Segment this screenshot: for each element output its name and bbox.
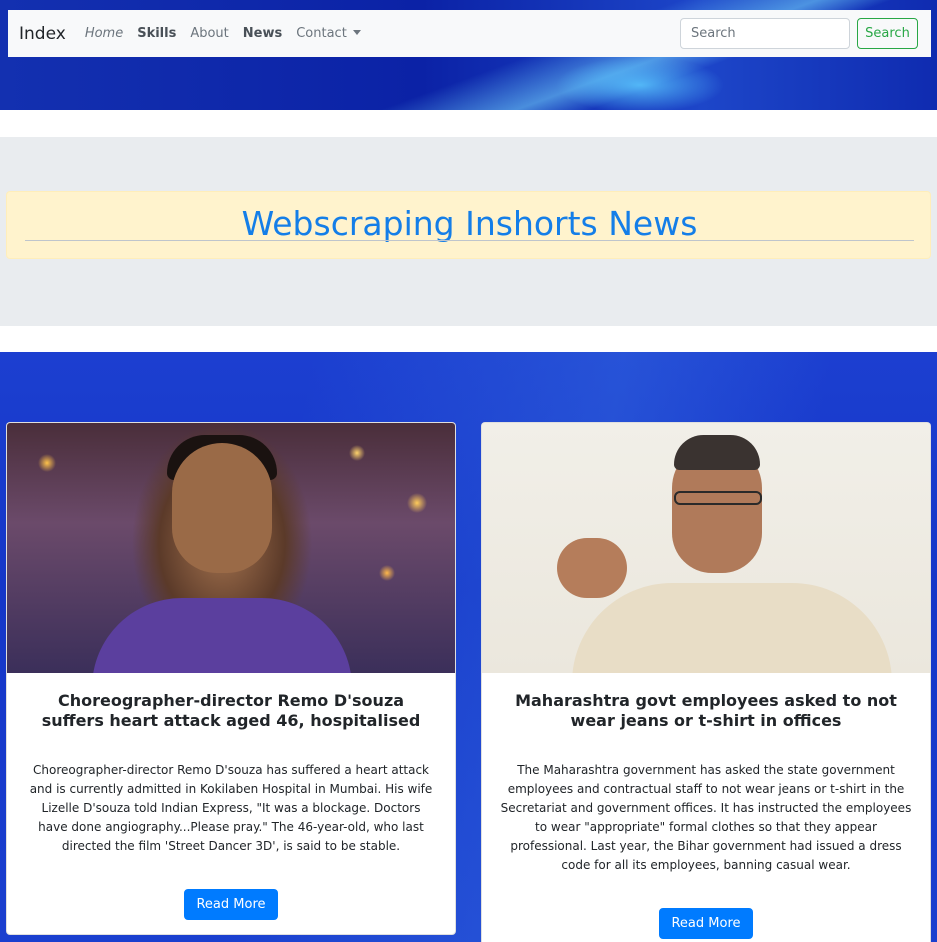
news-summary: The Maharashtra government has asked the… bbox=[500, 763, 912, 872]
page-title: Webscraping Inshorts News bbox=[241, 204, 698, 243]
nav-dropdown-contact[interactable]: Contact bbox=[296, 26, 361, 41]
jumbotron: Webscraping Inshorts News bbox=[0, 137, 937, 326]
nav-link-about[interactable]: About bbox=[190, 26, 228, 41]
search-input[interactable] bbox=[680, 18, 850, 49]
image-detail bbox=[572, 583, 892, 673]
nav-link-skills[interactable]: Skills bbox=[137, 26, 176, 41]
caret-down-icon bbox=[352, 30, 361, 35]
title-alert-box: Webscraping Inshorts News bbox=[6, 191, 931, 259]
image-detail bbox=[172, 443, 272, 573]
news-summary: Choreographer-director Remo D'souza has … bbox=[29, 763, 433, 853]
read-more-button[interactable]: Read More bbox=[184, 889, 278, 920]
card-body: Choreographer-director Remo D'souza suff… bbox=[7, 691, 455, 920]
image-detail bbox=[92, 598, 352, 673]
image-detail bbox=[674, 435, 760, 470]
title-divider bbox=[25, 240, 914, 241]
news-card: Maharashtra govt employees asked to not … bbox=[481, 422, 931, 942]
navbar-brand[interactable]: Index bbox=[19, 24, 66, 44]
search-button[interactable]: Search bbox=[857, 18, 918, 49]
nav-link-news[interactable]: News bbox=[243, 26, 282, 41]
news-section: Choreographer-director Remo D'souza suff… bbox=[0, 352, 937, 942]
image-detail bbox=[557, 538, 627, 598]
read-more-button[interactable]: Read More bbox=[659, 908, 753, 939]
news-image-uddhav-thackeray bbox=[482, 423, 930, 673]
news-headline: Maharashtra govt employees asked to not … bbox=[515, 691, 897, 730]
navbar: Index Home Skills About News Contact Sea… bbox=[8, 10, 931, 57]
card-body: Maharashtra govt employees asked to not … bbox=[482, 691, 930, 939]
nav-dropdown-contact-label: Contact bbox=[296, 26, 347, 41]
news-image-remo-dsouza bbox=[7, 423, 455, 673]
image-detail bbox=[674, 491, 762, 505]
nav-link-home[interactable]: Home bbox=[85, 26, 123, 41]
news-headline: Choreographer-director Remo D'souza suff… bbox=[41, 691, 421, 730]
news-card: Choreographer-director Remo D'souza suff… bbox=[6, 422, 456, 935]
